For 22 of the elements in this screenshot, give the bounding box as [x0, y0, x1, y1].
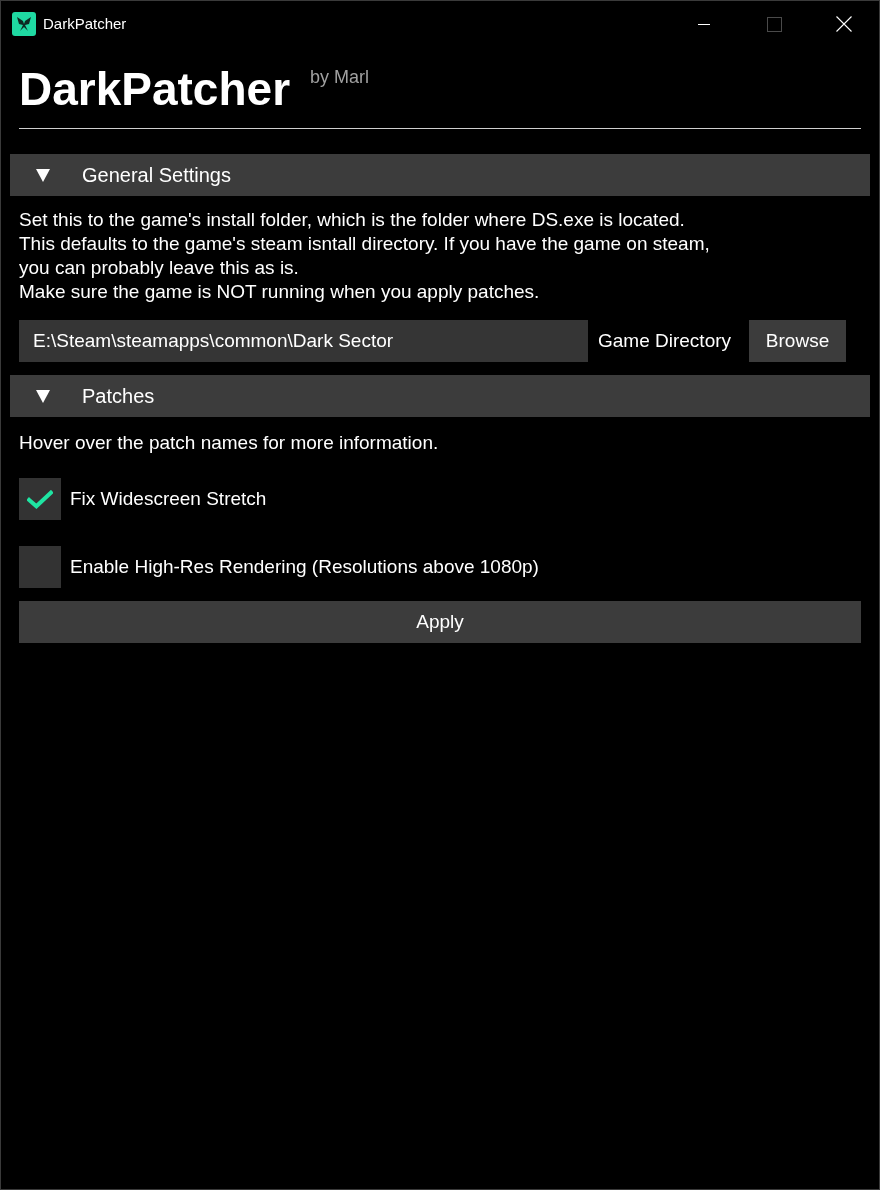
check-icon: [27, 489, 53, 509]
directory-input-field[interactable]: E:\Steam\steamapps\common\Dark Sector: [19, 320, 588, 362]
minimize-icon: [698, 23, 710, 25]
patch-name-label[interactable]: Enable High-Res Rendering (Resolutions above 1080p): [70, 552, 539, 582]
window-title: DarkPatcher: [43, 13, 127, 34]
close-icon: [836, 16, 852, 32]
author-byline: by Marl: [310, 66, 370, 88]
hint-text: Hover over the patch names for more information.: [19, 431, 439, 455]
section-header[interactable]: Patches: [10, 375, 870, 417]
patch-name-label[interactable]: Fix Widescreen Stretch: [70, 484, 267, 514]
description-text: Set this to the game's install folder, which is the folder where DS.exe is located. This defaults to the game's steam isntall directory. If you have the game on steam, you can probably leave this as is. Make sure the game is NOT running when you apply patches.: [19, 208, 710, 304]
section-header[interactable]: General Settings: [10, 154, 870, 196]
apply-button[interactable]: Apply: [19, 601, 861, 643]
caret-down-icon: [36, 168, 50, 182]
app-icon: [12, 12, 36, 36]
app-heading: DarkPatcher: [19, 64, 291, 114]
checkbox[interactable]: [19, 478, 61, 520]
checkbox[interactable]: [19, 546, 61, 588]
caret-down-icon: [36, 389, 50, 403]
field-label: Game Directory: [598, 328, 732, 353]
browse-button[interactable]: Browse: [749, 320, 847, 362]
maximize-icon: [766, 16, 782, 32]
